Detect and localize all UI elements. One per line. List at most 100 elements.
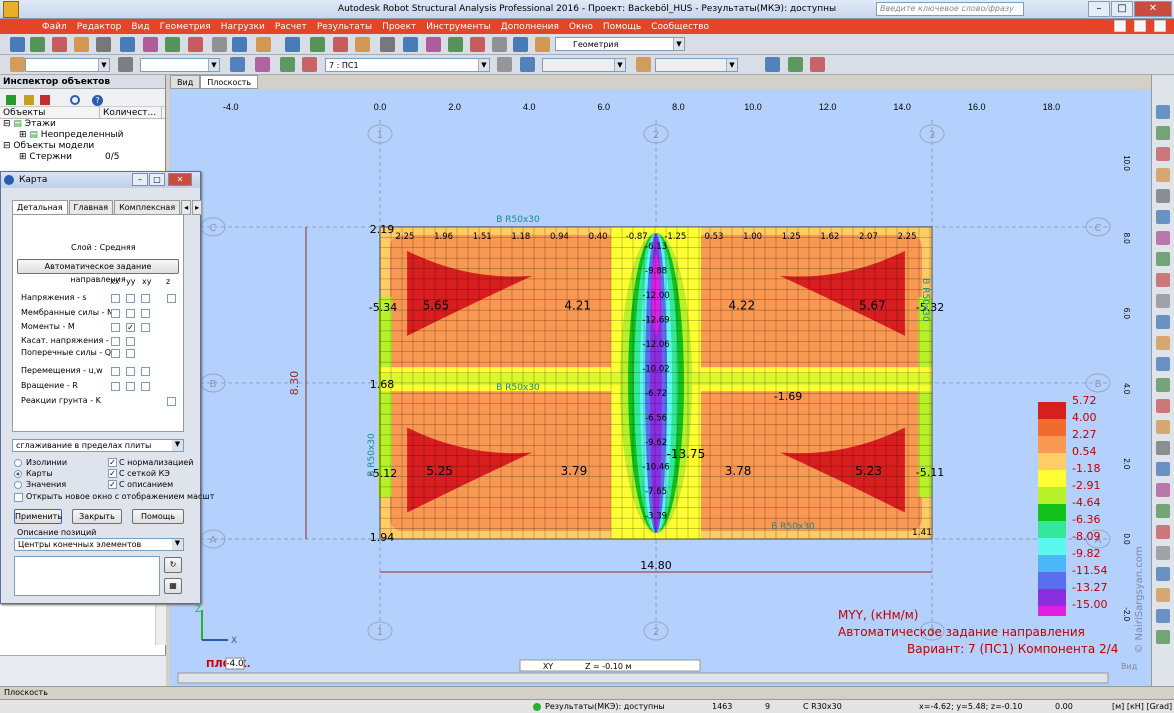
row-5-checkbox-0[interactable]: [111, 367, 120, 376]
row-2-checkbox-0[interactable]: [111, 323, 120, 332]
tree-item[interactable]: ⊞ Стержни 0/5: [3, 152, 165, 163]
radio-values[interactable]: [14, 481, 22, 489]
description-checkbox[interactable]: ✓: [108, 480, 117, 489]
tab-scroll-left[interactable]: ◂: [181, 200, 192, 215]
right-tool-16-icon[interactable]: [1156, 441, 1170, 455]
row-6-checkbox-1[interactable]: [126, 382, 135, 391]
apply-button[interactable]: Применить: [14, 509, 62, 524]
positions-select[interactable]: Центры конечных элементов ▼: [14, 538, 184, 551]
column-count[interactable]: Количест...: [100, 107, 162, 118]
menu-item-0[interactable]: Файл: [37, 19, 72, 33]
toolbar-tool-16-icon[interactable]: [380, 37, 395, 52]
right-tool-4-icon[interactable]: [1156, 189, 1170, 203]
toolbar-tool-21-icon[interactable]: [492, 37, 507, 52]
fe-grid-checkbox[interactable]: ✓: [108, 469, 117, 478]
toolbar-tool-14-icon[interactable]: [333, 37, 348, 52]
right-tool-18-icon[interactable]: [1156, 483, 1170, 497]
refresh-button[interactable]: ↻: [164, 557, 182, 573]
toolbar-tool-10-icon[interactable]: [232, 37, 247, 52]
row-1-checkbox-2[interactable]: [141, 309, 150, 318]
tab-main[interactable]: Главная: [68, 200, 114, 215]
dialog-maximize-button[interactable]: □: [149, 173, 165, 186]
toolbar-tool-6-icon[interactable]: [143, 37, 158, 52]
clear-filter-icon[interactable]: [40, 95, 50, 105]
status-units[interactable]: [м] [кН] [Grad]: [1112, 702, 1172, 711]
right-tool-14-icon[interactable]: [1156, 399, 1170, 413]
search-icon[interactable]: [70, 95, 80, 105]
toolbar-tool-7-icon[interactable]: [165, 37, 180, 52]
restore-icon[interactable]: [1114, 20, 1126, 32]
row-7-checkbox-0[interactable]: [167, 397, 176, 406]
menu-item-4[interactable]: Нагрузки: [216, 19, 270, 33]
menu-item-2[interactable]: Вид: [126, 19, 154, 33]
radio-isolines[interactable]: [14, 459, 22, 467]
right-tool-12-icon[interactable]: [1156, 357, 1170, 371]
menu-item-1[interactable]: Редактор: [72, 19, 127, 33]
toolbar-tool-13-icon[interactable]: [310, 37, 325, 52]
auto-direction-button[interactable]: Автоматическое задание направления: [17, 259, 179, 284]
menu-item-3[interactable]: Геометрия: [155, 19, 216, 33]
toolbar-tool-23-icon[interactable]: [535, 37, 550, 52]
right-tool-6-icon[interactable]: [1156, 231, 1170, 245]
toolbar-tool-4-icon[interactable]: [96, 37, 111, 52]
tree-item[interactable]: ⊞ ▤ Неопределенный: [3, 130, 165, 141]
toolbar2-tool-5-icon[interactable]: [302, 57, 317, 72]
tab-scroll-right[interactable]: ▸: [192, 200, 203, 215]
menu-item-12[interactable]: Сообщество: [646, 19, 714, 33]
node-combo[interactable]: ▼: [25, 58, 110, 72]
toolbar2-tool-0-icon[interactable]: [10, 57, 25, 72]
right-tool-19-icon[interactable]: [1156, 504, 1170, 518]
toolbar-tool-1-icon[interactable]: [30, 37, 45, 52]
plane-tab[interactable]: Плоскость: [4, 688, 48, 697]
right-tool-2-icon[interactable]: [1156, 147, 1170, 161]
filter-icon[interactable]: [6, 95, 16, 105]
toolbar-tool-11-icon[interactable]: [256, 37, 271, 52]
dialog-minimize-button[interactable]: –: [132, 173, 148, 186]
radio-maps[interactable]: [14, 470, 22, 478]
right-tool-3-icon[interactable]: [1156, 168, 1170, 182]
menu-item-9[interactable]: Дополнения: [496, 19, 564, 33]
right-tool-23-icon[interactable]: [1156, 588, 1170, 602]
close-button[interactable]: ✕: [1134, 1, 1172, 17]
toolbar-tool-2-icon[interactable]: [52, 37, 67, 52]
right-tool-22-icon[interactable]: [1156, 567, 1170, 581]
selection-combo[interactable]: ▼: [655, 58, 738, 72]
row-4-checkbox-0[interactable]: [111, 349, 120, 358]
right-tool-13-icon[interactable]: [1156, 378, 1170, 392]
new-window-checkbox[interactable]: [14, 493, 23, 502]
toolbar2-tool-1-icon[interactable]: [118, 57, 133, 72]
right-tool-20-icon[interactable]: [1156, 525, 1170, 539]
menu-item-5[interactable]: Расчет: [270, 19, 312, 33]
right-tool-25-icon[interactable]: [1156, 630, 1170, 644]
row-1-checkbox-1[interactable]: [126, 309, 135, 318]
right-tool-15-icon[interactable]: [1156, 420, 1170, 434]
toolbar2-tool-9-icon[interactable]: [765, 57, 780, 72]
right-tool-21-icon[interactable]: [1156, 546, 1170, 560]
row-0-checkbox-1[interactable]: [126, 294, 135, 303]
row-2-checkbox-1[interactable]: ✓: [126, 323, 135, 332]
row-3-checkbox-1[interactable]: [126, 337, 135, 346]
toolbar2-tool-3-icon[interactable]: [255, 57, 270, 72]
menu-item-8[interactable]: Инструменты: [421, 19, 495, 33]
toolbar-tool-19-icon[interactable]: [448, 37, 463, 52]
dialog-close-button[interactable]: ✕: [168, 173, 192, 186]
toolbar2-tool-11-icon[interactable]: [810, 57, 825, 72]
funnel-icon[interactable]: [24, 95, 34, 105]
tab-view[interactable]: Вид: [170, 75, 201, 89]
right-tool-1-icon[interactable]: [1156, 126, 1170, 140]
table-button[interactable]: ▦: [164, 578, 182, 594]
right-tool-8-icon[interactable]: [1156, 273, 1170, 287]
column-objects[interactable]: Объекты: [0, 107, 100, 118]
row-4-checkbox-1[interactable]: [126, 349, 135, 358]
load-case-combo[interactable]: 7 : ПС1 ▼: [325, 58, 490, 72]
maximize-button[interactable]: □: [1111, 1, 1133, 17]
toolbar-tool-8-icon[interactable]: [188, 37, 203, 52]
tree-item[interactable]: ⊟ ▤ Этажи: [3, 119, 165, 130]
row-2-checkbox-2[interactable]: [141, 323, 150, 332]
help-button[interactable]: Помощь: [132, 509, 184, 524]
right-tool-24-icon[interactable]: [1156, 609, 1170, 623]
menu-item-6[interactable]: Результаты: [312, 19, 377, 33]
toolbar-tool-0-icon[interactable]: [10, 37, 25, 52]
right-tool-5-icon[interactable]: [1156, 210, 1170, 224]
row-0-checkbox-0[interactable]: [111, 294, 120, 303]
